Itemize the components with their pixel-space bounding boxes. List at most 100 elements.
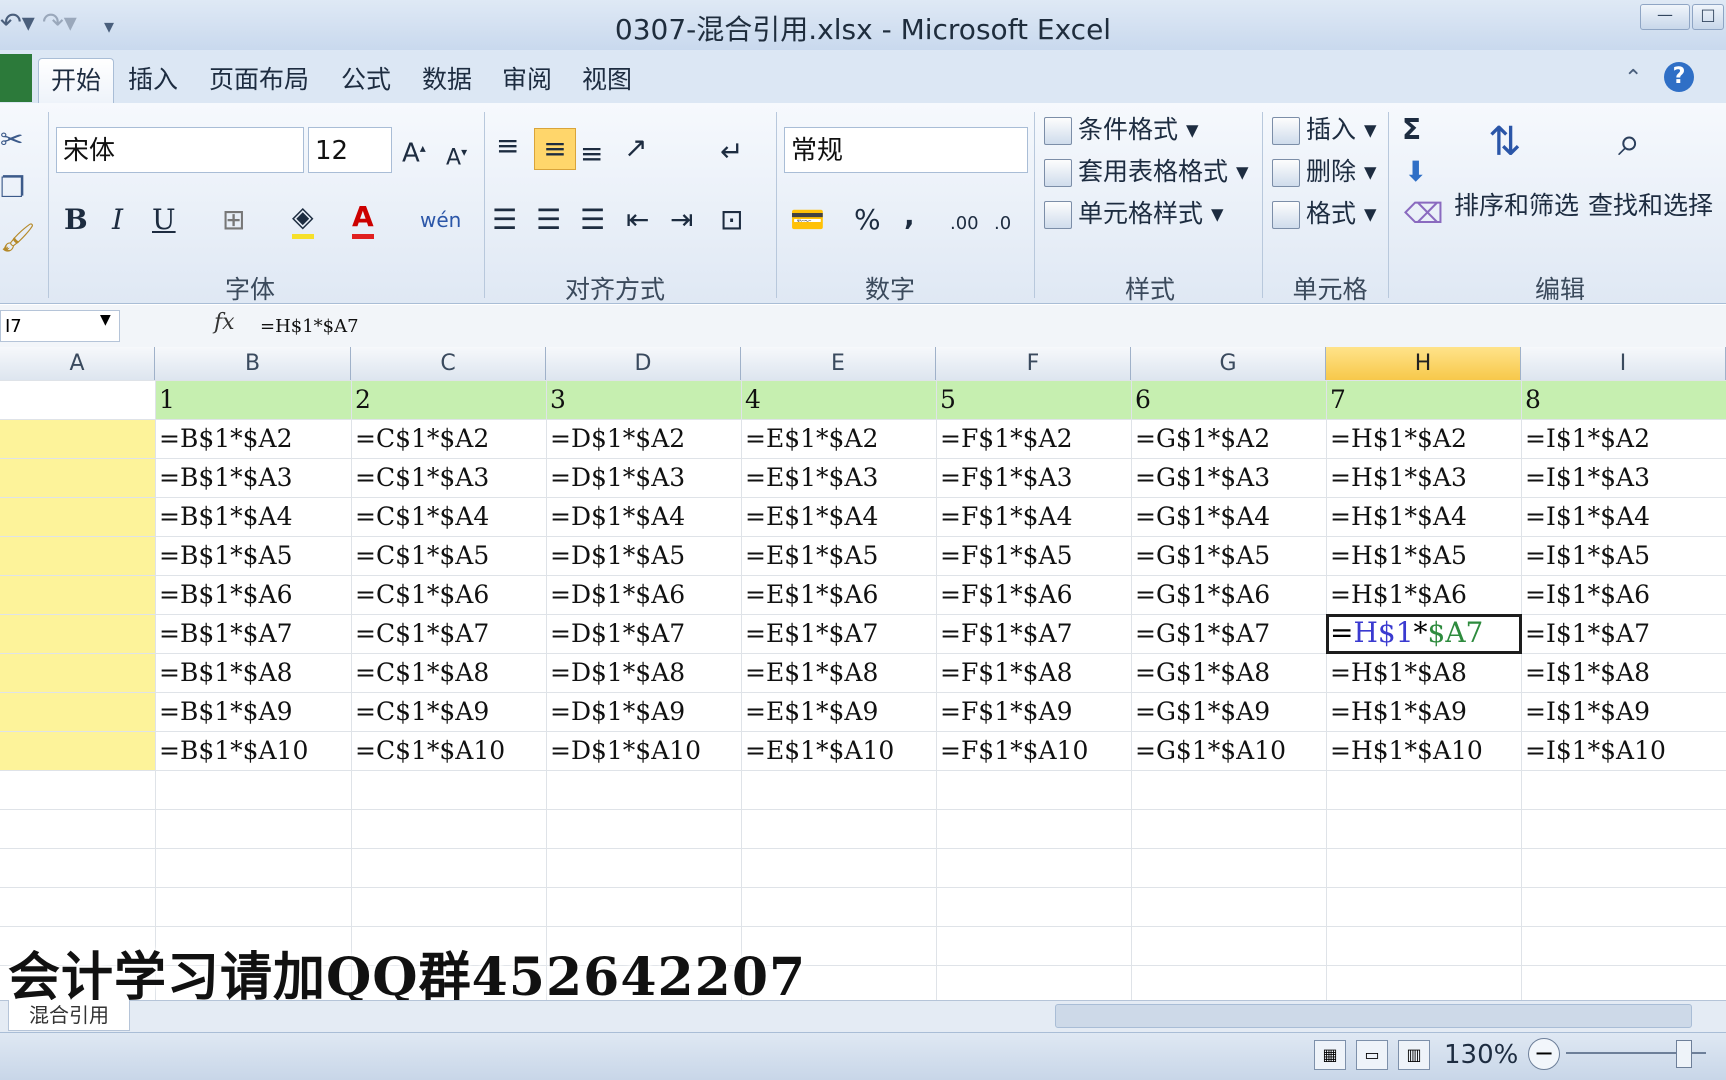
- formula-cell[interactable]: =B$1*$A3: [155, 458, 351, 497]
- formula-cell[interactable]: =I$1*$A10: [1521, 731, 1726, 770]
- formula-cell[interactable]: =I$1*$A6: [1521, 575, 1726, 614]
- formula-cell[interactable]: =I$1*$A7: [1521, 614, 1726, 653]
- formula-cell[interactable]: =B$1*$A10: [155, 731, 351, 770]
- header-cell[interactable]: 1: [155, 380, 351, 419]
- formula-cell[interactable]: =E$1*$A5: [741, 536, 936, 575]
- number-format-combo[interactable]: 常规: [784, 127, 1028, 173]
- formula-cell[interactable]: =C$1*$A6: [351, 575, 546, 614]
- formula-cell[interactable]: =H$1*$A3: [1326, 458, 1521, 497]
- normal-view-icon[interactable]: ▦: [1314, 1040, 1346, 1070]
- formula-cell[interactable]: =H$1*$A9: [1326, 692, 1521, 731]
- column-header-b[interactable]: B: [155, 347, 351, 380]
- column-header-i[interactable]: I: [1521, 347, 1726, 380]
- formula-cell[interactable]: =I$1*$A4: [1521, 497, 1726, 536]
- percent-button[interactable]: %: [854, 200, 881, 240]
- formula-cell[interactable]: =G$1*$A7: [1131, 614, 1326, 653]
- formula-cell[interactable]: =B$1*$A4: [155, 497, 351, 536]
- formula-cell[interactable]: =F$1*$A6: [936, 575, 1131, 614]
- formula-cell[interactable]: =D$1*$A10: [546, 731, 741, 770]
- align-top-icon[interactable]: ≡: [496, 126, 519, 166]
- formula-cell[interactable]: =C$1*$A10: [351, 731, 546, 770]
- formula-cell[interactable]: =H$1*$A10: [1326, 731, 1521, 770]
- sort-filter-button[interactable]: 排序和筛选: [1454, 186, 1579, 226]
- formula-cell[interactable]: =G$1*$A3: [1131, 458, 1326, 497]
- formula-cell[interactable]: =G$1*$A5: [1131, 536, 1326, 575]
- formula-cell[interactable]: =F$1*$A9: [936, 692, 1131, 731]
- underline-button[interactable]: U: [152, 200, 176, 240]
- formula-cell[interactable]: =C$1*$A8: [351, 653, 546, 692]
- font-color-icon[interactable]: A: [352, 200, 374, 239]
- tab-page-layout[interactable]: 页面布局: [197, 58, 321, 102]
- column-header-d[interactable]: D: [546, 347, 741, 380]
- tab-home[interactable]: 开始: [38, 58, 115, 103]
- format-painter-icon[interactable]: 🖌: [0, 218, 36, 258]
- fill-icon[interactable]: ⬇: [1404, 152, 1427, 192]
- formula-cell[interactable]: =D$1*$A6: [546, 575, 741, 614]
- active-cell-formula[interactable]: =H$1*$A7: [1330, 614, 1483, 652]
- header-cell[interactable]: 8: [1521, 380, 1726, 419]
- find-select-button[interactable]: 查找和选择: [1588, 186, 1713, 226]
- undo-icon[interactable]: ↶▾: [0, 8, 35, 38]
- formula-cell[interactable]: =F$1*$A10: [936, 731, 1131, 770]
- column-header-a[interactable]: A: [0, 347, 155, 380]
- increase-decimal-icon[interactable]: .00: [950, 204, 979, 244]
- format-cells-button[interactable]: 格式 ▾: [1272, 194, 1377, 234]
- column-header-c[interactable]: C: [351, 347, 546, 380]
- fill-color-icon[interactable]: ◈: [292, 200, 314, 239]
- sort-filter-icon[interactable]: ⇅: [1488, 112, 1522, 172]
- redo-icon[interactable]: ↷▾: [42, 8, 77, 38]
- minimize-button[interactable]: —: [1640, 4, 1690, 30]
- zoom-out-button[interactable]: −: [1528, 1038, 1560, 1070]
- formula-cell[interactable]: =D$1*$A4: [546, 497, 741, 536]
- formula-cell[interactable]: =G$1*$A2: [1131, 419, 1326, 458]
- accounting-format-icon[interactable]: 💳: [790, 200, 825, 240]
- formula-cell[interactable]: =D$1*$A8: [546, 653, 741, 692]
- formula-cell[interactable]: =E$1*$A9: [741, 692, 936, 731]
- formula-cell[interactable]: =I$1*$A3: [1521, 458, 1726, 497]
- formula-cell[interactable]: =I$1*$A2: [1521, 419, 1726, 458]
- bold-button[interactable]: B: [64, 200, 88, 240]
- formula-cell[interactable]: =E$1*$A2: [741, 419, 936, 458]
- header-cell[interactable]: 4: [741, 380, 936, 419]
- formula-cell[interactable]: =C$1*$A9: [351, 692, 546, 731]
- formula-cell[interactable]: =G$1*$A8: [1131, 653, 1326, 692]
- formula-cell[interactable]: =D$1*$A5: [546, 536, 741, 575]
- name-box-dropdown-icon[interactable]: ▼: [100, 312, 111, 328]
- decrease-decimal-icon[interactable]: .0: [994, 204, 1011, 244]
- formula-cell[interactable]: =C$1*$A5: [351, 536, 546, 575]
- increase-indent-icon[interactable]: ⇥: [670, 200, 693, 240]
- tab-data[interactable]: 数据: [410, 58, 484, 102]
- align-right-icon[interactable]: ☰: [580, 200, 605, 240]
- page-break-view-icon[interactable]: ▥: [1398, 1040, 1430, 1070]
- sheet-tab[interactable]: 混合引用: [8, 1000, 130, 1031]
- align-center-icon[interactable]: ☰: [536, 200, 561, 240]
- formula-cell[interactable]: =H$1*$A4: [1326, 497, 1521, 536]
- table-format-button[interactable]: 套用表格格式 ▾: [1044, 152, 1249, 192]
- formula-cell[interactable]: =B$1*$A7: [155, 614, 351, 653]
- comma-button[interactable]: ,: [904, 196, 915, 236]
- phonetic-icon[interactable]: wén: [420, 200, 461, 240]
- zoom-level[interactable]: 130%: [1444, 1040, 1518, 1070]
- zoom-slider-thumb[interactable]: [1676, 1040, 1692, 1068]
- wrap-text-icon[interactable]: ↵: [720, 132, 743, 172]
- tab-view[interactable]: 视图: [570, 58, 644, 102]
- formula-cell[interactable]: =C$1*$A7: [351, 614, 546, 653]
- clear-icon[interactable]: ⌫: [1404, 194, 1444, 234]
- formula-cell[interactable]: =E$1*$A8: [741, 653, 936, 692]
- formula-cell[interactable]: =G$1*$A4: [1131, 497, 1326, 536]
- maximize-button[interactable]: □: [1692, 4, 1724, 30]
- insert-function-icon[interactable]: fx: [214, 310, 235, 335]
- formula-cell[interactable]: =C$1*$A2: [351, 419, 546, 458]
- header-cell[interactable]: 2: [351, 380, 546, 419]
- column-header-e[interactable]: E: [741, 347, 936, 380]
- formula-cell[interactable]: =H$1*$A2: [1326, 419, 1521, 458]
- column-header-f[interactable]: F: [936, 347, 1131, 380]
- formula-cell[interactable]: =I$1*$A9: [1521, 692, 1726, 731]
- insert-cells-button[interactable]: 插入 ▾: [1272, 110, 1377, 150]
- align-bottom-icon[interactable]: ≡: [580, 134, 603, 174]
- header-cell[interactable]: 3: [546, 380, 741, 419]
- formula-cell[interactable]: =E$1*$A7: [741, 614, 936, 653]
- italic-button[interactable]: I: [112, 200, 123, 240]
- decrease-font-icon[interactable]: A▾: [446, 132, 467, 178]
- header-cell[interactable]: 5: [936, 380, 1131, 419]
